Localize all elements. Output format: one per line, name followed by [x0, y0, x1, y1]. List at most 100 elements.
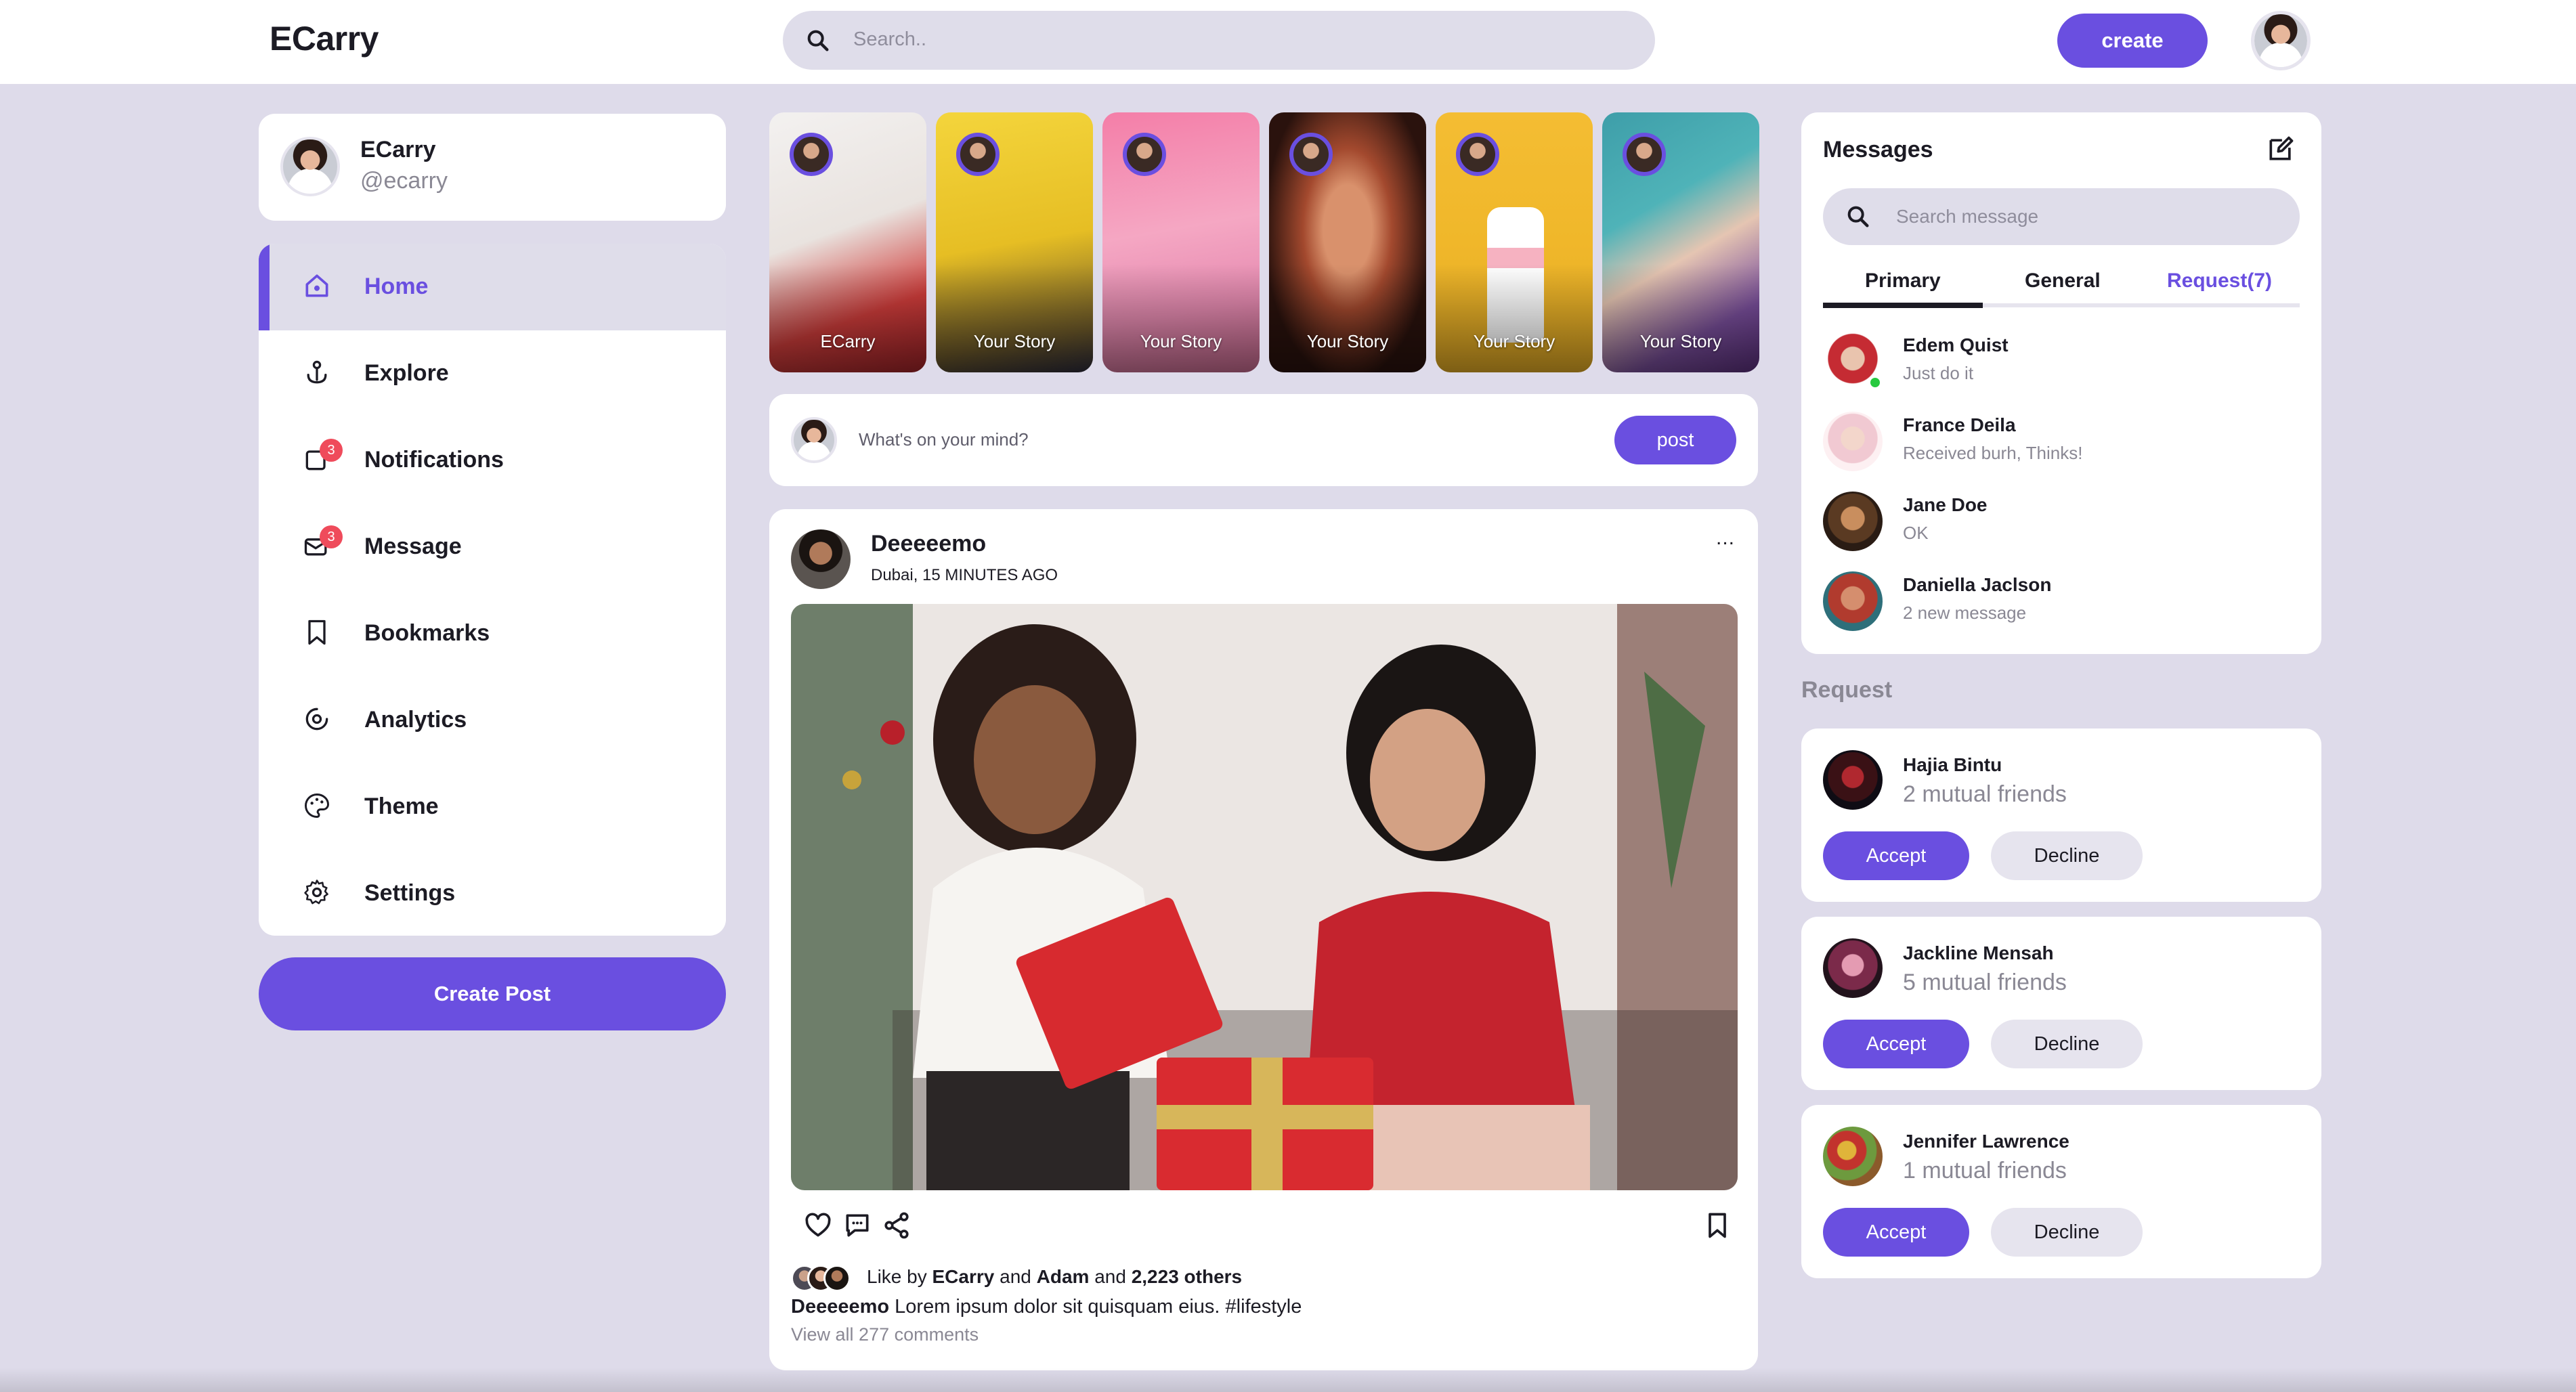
liker-name[interactable]: Adam — [1037, 1266, 1090, 1287]
accept-button[interactable]: Accept — [1823, 1208, 1969, 1257]
sidebar-item-label: Bookmarks — [364, 620, 490, 646]
message-sender: Jane Doe — [1903, 494, 1988, 515]
profile-avatar — [280, 137, 340, 196]
request-name: Jennifer Lawrence — [1903, 1131, 2069, 1152]
sidebar-item-label: Message — [364, 534, 462, 559]
post-author-avatar[interactable] — [791, 529, 851, 589]
profile-card[interactable]: ECarry @ecarry — [259, 114, 726, 221]
story-card[interactable]: Your Story — [1602, 112, 1759, 372]
sidebar-item-message[interactable]: 3 Message — [259, 504, 726, 590]
request-mutual: 5 mutual friends — [1903, 970, 2067, 995]
message-list-item[interactable]: Daniella Jaclson 2 new message — [1823, 565, 2300, 631]
heart-icon[interactable] — [803, 1211, 833, 1240]
request-mutual: 1 mutual friends — [1903, 1158, 2067, 1183]
story-card[interactable]: Your Story — [1436, 112, 1593, 372]
message-list-item[interactable]: Edem Quist Just do it — [1823, 325, 2300, 391]
story-avatar — [1123, 133, 1166, 176]
bookmark-icon — [308, 619, 326, 645]
liker-name[interactable]: ECarry — [932, 1266, 995, 1287]
bookmark-icon[interactable] — [1702, 1211, 1732, 1240]
search-icon — [807, 30, 829, 51]
story-label: Your Story — [973, 331, 1056, 351]
friend-request-card: Jackline Mensah 5 mutual friends Accept … — [1801, 917, 2321, 1090]
post-meta: Dubai, 15 MINUTES AGO — [871, 566, 1058, 584]
avatar-image — [2254, 14, 2307, 67]
sidebar-item-label: Notifications — [364, 447, 504, 473]
post-image — [791, 604, 1738, 1190]
likes-and: and — [1094, 1266, 1126, 1287]
request-name: Hajia Bintu — [1903, 754, 2002, 775]
message-list-item[interactable]: France Deila Received burh, Thinks! — [1823, 405, 2300, 471]
gear-icon — [304, 879, 328, 905]
story-card[interactable]: Your Story — [936, 112, 1093, 372]
post-caption: Deeeeemo Lorem ipsum dolor sit quisquam … — [791, 1296, 1302, 1318]
app-logo[interactable]: ECarry — [270, 19, 379, 58]
tab-requests[interactable]: Request(7) — [2167, 269, 2272, 292]
story-label: Your Story — [1639, 331, 1722, 351]
likes-prefix: Like by — [867, 1266, 927, 1287]
message-preview: 2 new message — [1903, 603, 2027, 623]
post-photo-illustration — [791, 604, 1738, 1190]
tab-primary[interactable]: Primary — [1865, 269, 1941, 292]
request-avatar — [1823, 750, 1883, 810]
accept-button[interactable]: Accept — [1823, 1020, 1969, 1068]
story-shade — [936, 264, 1093, 372]
story-card[interactable]: Your Story — [1269, 112, 1426, 372]
edit-icon[interactable] — [2266, 134, 2296, 164]
story-label: Your Story — [1473, 331, 1555, 351]
message-search-input[interactable]: Search message — [1896, 206, 2038, 227]
story-card[interactable]: Your Story — [1102, 112, 1260, 372]
requests-title: Request — [1801, 677, 1893, 703]
online-indicator — [1868, 375, 1883, 390]
profile-handle: @ecarry — [360, 168, 448, 194]
sidebar-item-theme[interactable]: Theme — [259, 764, 726, 850]
request-name: Jackline Mensah — [1903, 942, 2054, 963]
caption-author[interactable]: Deeeeemo — [791, 1296, 889, 1318]
message-sender: Daniella Jaclson — [1903, 574, 2052, 595]
post-button[interactable]: post — [1614, 416, 1736, 464]
story-shade — [1436, 264, 1593, 372]
search-input[interactable]: Search.. — [853, 28, 926, 51]
decline-button[interactable]: Decline — [1991, 1020, 2143, 1068]
share-icon[interactable] — [882, 1211, 911, 1240]
decline-button[interactable]: Decline — [1991, 1208, 2143, 1257]
request-avatar — [1823, 938, 1883, 998]
story-avatar — [1289, 133, 1333, 176]
likes-summary: Like by ECarry and Adam and 2,223 others — [867, 1266, 1242, 1288]
caption-text: Lorem ipsum dolor sit quisquam eius. #li… — [895, 1296, 1302, 1318]
decline-button[interactable]: Decline — [1991, 831, 2143, 880]
page-bottom-shadow — [0, 1368, 2576, 1392]
story-shade — [1602, 264, 1759, 372]
request-avatar — [1823, 1127, 1883, 1186]
comment-icon[interactable] — [842, 1211, 872, 1240]
message-list-item[interactable]: Jane Doe OK — [1823, 485, 2300, 551]
view-comments-link[interactable]: View all 277 comments — [791, 1324, 979, 1345]
post-author[interactable]: Deeeeemo — [871, 531, 986, 557]
story-avatar — [956, 133, 1000, 176]
message-sender: Edem Quist — [1903, 334, 2009, 355]
story-card[interactable]: ECarry — [769, 112, 926, 372]
messages-title: Messages — [1823, 137, 1933, 162]
messages-panel: Messages Search message Primary General … — [1801, 112, 2321, 654]
likes-others[interactable]: 2,223 others — [1132, 1266, 1242, 1287]
sidebar-item-explore[interactable]: Explore — [259, 330, 726, 417]
sidebar-item-bookmarks[interactable]: Bookmarks — [259, 590, 726, 677]
story-label: Your Story — [1306, 331, 1389, 351]
friend-request-card: Jennifer Lawrence 1 mutual friends Accep… — [1801, 1105, 2321, 1278]
sidebar-item-home[interactable]: Home — [259, 244, 726, 330]
explore-icon — [307, 360, 327, 384]
sidebar-item-analytics[interactable]: Analytics — [259, 677, 726, 764]
sidebar-item-notifications[interactable]: 3 Notifications — [259, 417, 726, 504]
more-options-button[interactable]: ... — [1716, 527, 1735, 550]
search-bar[interactable]: Search.. — [783, 11, 1655, 70]
sidebar-item-settings[interactable]: Settings — [259, 850, 726, 936]
story-avatar — [1456, 133, 1499, 176]
tab-general[interactable]: General — [2025, 269, 2101, 292]
sidebar-item-label: Explore — [364, 360, 449, 386]
accept-button[interactable]: Accept — [1823, 831, 1969, 880]
create-post-button[interactable]: Create Post — [259, 957, 726, 1030]
avatar[interactable] — [2251, 11, 2311, 70]
composer-input[interactable]: What's on your mind? — [859, 429, 1029, 450]
create-button[interactable]: create — [2057, 14, 2208, 68]
message-search-bar[interactable]: Search message — [1823, 188, 2300, 245]
